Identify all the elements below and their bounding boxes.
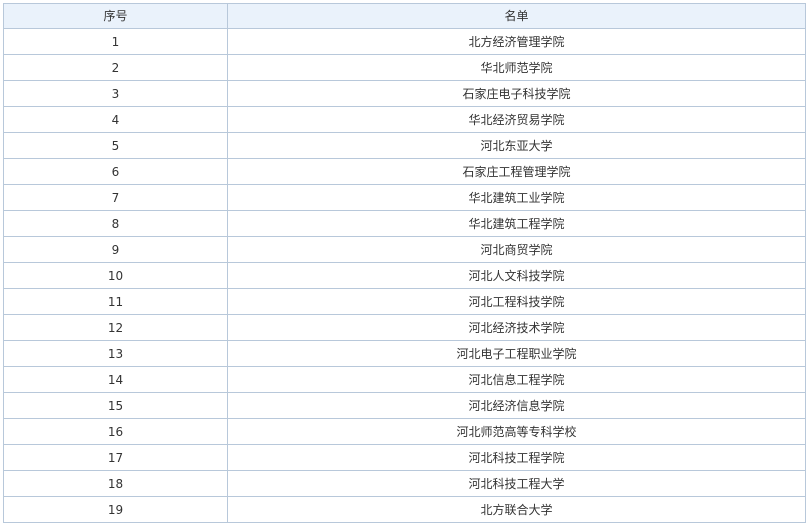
table-row: 4 华北经济贸易学院 xyxy=(3,106,806,133)
row-name: 河北东亚大学 xyxy=(227,132,806,159)
row-name: 河北经济技术学院 xyxy=(227,314,806,341)
row-index: 3 xyxy=(3,80,228,107)
row-index: 15 xyxy=(3,392,228,419)
row-index: 2 xyxy=(3,54,228,81)
row-name: 河北人文科技学院 xyxy=(227,262,806,289)
table-row: 15 河北经济信息学院 xyxy=(3,392,806,419)
table-row: 17 河北科技工程学院 xyxy=(3,444,806,471)
table-header-row: 序号 名单 xyxy=(3,3,806,29)
row-index: 1 xyxy=(3,28,228,55)
table-row: 1 北方经济管理学院 xyxy=(3,28,806,55)
row-name: 河北信息工程学院 xyxy=(227,366,806,393)
row-name: 华北经济贸易学院 xyxy=(227,106,806,133)
row-index: 16 xyxy=(3,418,228,445)
row-index: 18 xyxy=(3,470,228,497)
row-name: 华北建筑工业学院 xyxy=(227,184,806,211)
table-row: 11 河北工程科技学院 xyxy=(3,288,806,315)
row-name: 河北科技工程学院 xyxy=(227,444,806,471)
row-name: 北方经济管理学院 xyxy=(227,28,806,55)
row-index: 5 xyxy=(3,132,228,159)
row-name: 北方联合大学 xyxy=(227,496,806,523)
list-table: 序号 名单 1 北方经济管理学院 2 华北师范学院 3 石家庄电子科技学院 4 … xyxy=(3,3,806,523)
table-row: 7 华北建筑工业学院 xyxy=(3,184,806,211)
table-row: 18 河北科技工程大学 xyxy=(3,470,806,497)
row-index: 17 xyxy=(3,444,228,471)
table-row: 3 石家庄电子科技学院 xyxy=(3,80,806,107)
row-name: 石家庄工程管理学院 xyxy=(227,158,806,185)
row-index: 19 xyxy=(3,496,228,523)
row-index: 11 xyxy=(3,288,228,315)
row-index: 12 xyxy=(3,314,228,341)
table-body: 1 北方经济管理学院 2 华北师范学院 3 石家庄电子科技学院 4 华北经济贸易… xyxy=(3,28,806,523)
row-name: 河北商贸学院 xyxy=(227,236,806,263)
table-row: 8 华北建筑工程学院 xyxy=(3,210,806,237)
row-name: 河北经济信息学院 xyxy=(227,392,806,419)
row-name: 石家庄电子科技学院 xyxy=(227,80,806,107)
header-name: 名单 xyxy=(227,3,806,29)
row-index: 4 xyxy=(3,106,228,133)
row-index: 13 xyxy=(3,340,228,367)
table-row: 10 河北人文科技学院 xyxy=(3,262,806,289)
row-index: 7 xyxy=(3,184,228,211)
header-index: 序号 xyxy=(3,3,228,29)
list-table-container: 序号 名单 1 北方经济管理学院 2 华北师范学院 3 石家庄电子科技学院 4 … xyxy=(3,3,806,523)
row-name: 华北师范学院 xyxy=(227,54,806,81)
row-name: 河北科技工程大学 xyxy=(227,470,806,497)
table-row: 9 河北商贸学院 xyxy=(3,236,806,263)
table-row: 13 河北电子工程职业学院 xyxy=(3,340,806,367)
row-index: 14 xyxy=(3,366,228,393)
row-index: 9 xyxy=(3,236,228,263)
row-index: 8 xyxy=(3,210,228,237)
table-row: 12 河北经济技术学院 xyxy=(3,314,806,341)
row-name: 河北电子工程职业学院 xyxy=(227,340,806,367)
row-name: 河北师范高等专科学校 xyxy=(227,418,806,445)
table-row: 5 河北东亚大学 xyxy=(3,132,806,159)
table-row: 16 河北师范高等专科学校 xyxy=(3,418,806,445)
table-row: 14 河北信息工程学院 xyxy=(3,366,806,393)
row-index: 10 xyxy=(3,262,228,289)
row-index: 6 xyxy=(3,158,228,185)
table-row: 2 华北师范学院 xyxy=(3,54,806,81)
table-row: 19 北方联合大学 xyxy=(3,496,806,523)
table-row: 6 石家庄工程管理学院 xyxy=(3,158,806,185)
row-name: 华北建筑工程学院 xyxy=(227,210,806,237)
row-name: 河北工程科技学院 xyxy=(227,288,806,315)
